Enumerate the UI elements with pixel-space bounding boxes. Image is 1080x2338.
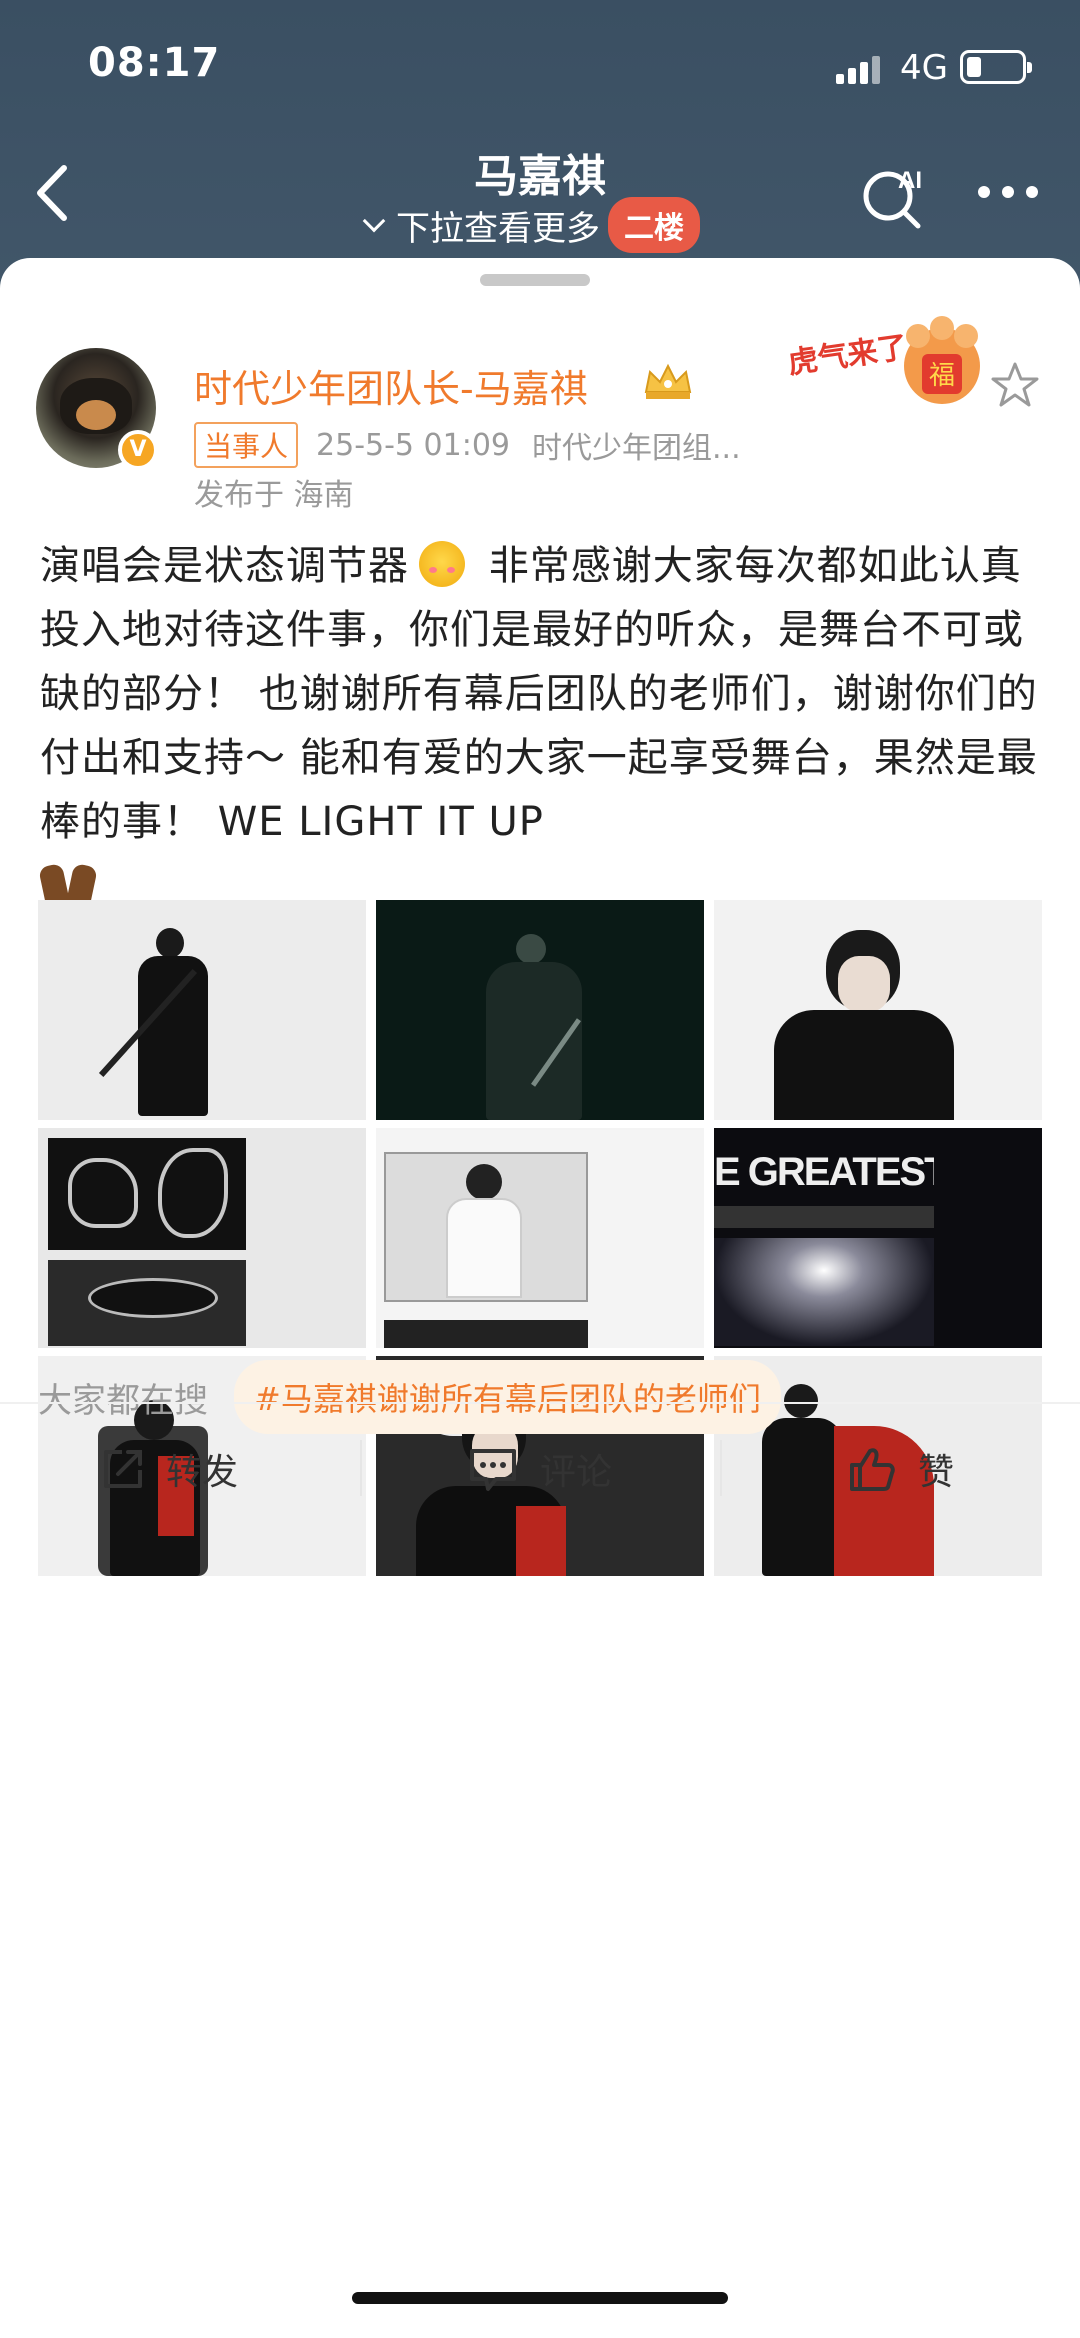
photo-2[interactable] [376, 900, 704, 1120]
comment-label: 评论 [540, 1452, 613, 1493]
thumbs-up-icon [850, 1448, 895, 1491]
comment-button[interactable]: 评论 [466, 1404, 612, 1534]
pull-down-hint-label: 下拉查看更多 [396, 208, 600, 249]
post-source[interactable]: 时代少年团组... [532, 423, 741, 467]
drag-handle[interactable] [480, 274, 590, 286]
photo-5[interactable] [376, 1128, 704, 1348]
verified-badge-icon: V [118, 430, 158, 470]
network-label: 4G [900, 48, 948, 88]
post-text: 演唱会是状态调节器 非常感谢大家每次都如此认真投入地对待这件事，你们是最好的听众… [38, 534, 1050, 918]
top-bar: 08:17 4G 马嘉祺 下拉查看更多 二楼 AI [0, 0, 1080, 280]
crown-icon [644, 363, 692, 399]
photo-text: E GREATEST SH [714, 1150, 934, 1194]
separator [360, 1440, 362, 1496]
post-time: 25-5-5 01:09 [316, 427, 511, 463]
separator [720, 1440, 722, 1496]
post-location: 发布于 海南 [194, 478, 354, 513]
comment-icon [470, 1449, 516, 1491]
favorite-star-icon[interactable] [990, 360, 1040, 410]
status-time: 08:17 [88, 40, 221, 86]
author-name[interactable]: 时代少年团队长-马嘉祺 [194, 358, 588, 413]
like-label: 赞 [918, 1452, 955, 1493]
pull-down-hint[interactable]: 下拉查看更多 二楼 [360, 197, 700, 253]
post-text-part1: 演唱会是状态调节器 [40, 543, 409, 589]
photo-6[interactable]: E GREATEST SH [714, 1128, 1042, 1348]
raising-hands-icon [38, 859, 98, 908]
tiger-sticker-icon: 虎气来了 福 [786, 316, 980, 404]
svg-text:福: 福 [929, 361, 955, 391]
share-icon [104, 1450, 142, 1488]
ai-search-button[interactable]: AI [858, 160, 928, 230]
photo-4[interactable] [38, 1128, 366, 1348]
repost-button[interactable]: 转发 [100, 1404, 238, 1534]
post-card: V 时代少年团队长-马嘉祺 虎气来了 福 当事人 25-5-5 01:09 时代… [0, 258, 1080, 2338]
more-options-button[interactable] [978, 186, 1042, 200]
smiling-face-with-hearts-icon [419, 541, 465, 587]
signal-icon [836, 54, 880, 84]
sticker-text: 虎气来了 [786, 330, 910, 381]
repost-label: 转发 [166, 1452, 239, 1493]
participant-tag: 当事人 [194, 422, 299, 468]
photo-3[interactable] [714, 900, 1042, 1120]
post-meta: 当事人 25-5-5 01:09 时代少年团组... [194, 422, 741, 468]
chevron-down-icon [362, 209, 386, 233]
home-indicator[interactable] [352, 2292, 728, 2304]
photo-1[interactable] [38, 900, 366, 1120]
ai-label: AI [898, 167, 922, 194]
battery-icon [960, 50, 1032, 84]
floor-badge[interactable]: 二楼 [608, 197, 700, 253]
like-button[interactable]: 赞 [846, 1404, 954, 1534]
action-bar: 转发 评论 赞 [0, 1404, 1080, 1534]
